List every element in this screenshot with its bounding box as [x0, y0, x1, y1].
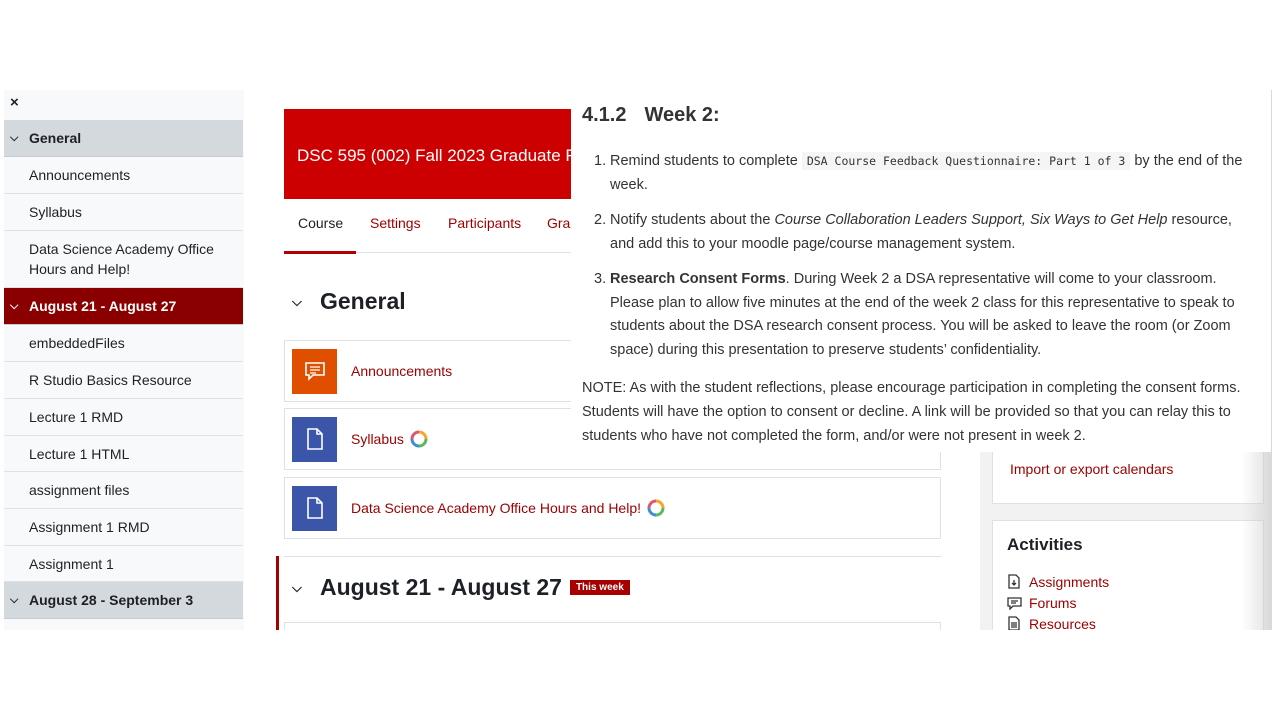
chevron-down-icon[interactable]: ⌵	[4, 132, 29, 145]
course-index-item[interactable]: assignment files	[4, 472, 243, 509]
course-index-section-week1[interactable]: ⌵ August 21 - August 27	[4, 288, 243, 325]
resource-icon	[1007, 616, 1029, 630]
course-index-item[interactable]: Assignment 1 RMD	[4, 509, 243, 546]
activity-type-link[interactable]: Forums	[1029, 595, 1076, 611]
activity-type-link[interactable]: Assignments	[1029, 574, 1109, 590]
course-index-item[interactable]: Assignment 1	[4, 546, 243, 582]
activity-link[interactable]: Announcements	[351, 363, 452, 379]
activity-type-row[interactable]: Resources	[1007, 613, 1263, 630]
activities-list: Assignments Forums Resources	[1007, 571, 1263, 630]
forum-icon	[292, 348, 337, 394]
step-text: Notify students about the	[610, 212, 771, 228]
heading-text: Week 2:	[644, 104, 720, 126]
current-week-marker	[276, 556, 279, 630]
section-title: August 21 - August 27	[29, 298, 177, 314]
section-heading-week1: ⌵ August 21 - August 27 This week	[292, 574, 630, 601]
active-tab-indicator	[284, 251, 356, 254]
section-title: August 28 - September 3	[29, 592, 194, 608]
section-heading-text: August 21 - August 27	[320, 574, 562, 600]
sync-icon	[410, 430, 428, 448]
guide-step-3: 3. Research Consent Forms. During Week 2…	[594, 271, 1235, 358]
activity-type-link[interactable]: Resources	[1029, 616, 1096, 631]
guide-heading: 4.1.2 Week 2:	[582, 104, 720, 127]
activity-link[interactable]: Syllabus	[351, 431, 404, 447]
step-text: Remind students to complete	[610, 153, 798, 169]
course-index-section-week2[interactable]: ⌵ August 28 - September 3	[4, 582, 243, 619]
tab-course[interactable]: Course	[298, 215, 343, 231]
section-title: General	[29, 130, 82, 146]
assignment-icon	[1007, 574, 1029, 589]
step-bold: Research Consent Forms	[610, 271, 786, 287]
activity-type-row[interactable]: Forums	[1007, 592, 1263, 613]
file-icon	[292, 416, 337, 462]
file-icon	[292, 485, 337, 531]
step-emphasis: Course Collaboration Leaders Support, Si…	[774, 212, 1168, 228]
chevron-down-icon[interactable]: ⌵	[4, 594, 29, 607]
instructor-guide-overlay: 4.1.2 Week 2: 1. Remind students to compl…	[571, 90, 1271, 452]
activity-office-hours: Data Science Academy Office Hours and He…	[284, 477, 941, 539]
section-heading-general: ⌵ General	[292, 288, 406, 315]
tab-grades[interactable]: Gra	[547, 215, 570, 231]
sync-icon	[647, 499, 665, 517]
chevron-down-icon[interactable]: ⌵	[4, 300, 29, 313]
activity-next	[284, 622, 941, 630]
forum-icon	[1007, 596, 1029, 610]
import-export-calendars-link[interactable]: Import or export calendars	[1010, 461, 1173, 477]
course-index-section-general[interactable]: ⌵ General	[4, 120, 243, 157]
course-index-drawer: × ⌵ General Announcements Syllabus Data …	[4, 90, 244, 630]
course-index-item[interactable]: Syllabus	[4, 194, 243, 231]
course-index-item[interactable]: Data Science Academy Office Hours and He…	[4, 231, 243, 288]
guide-note: NOTE: As with the student reflections, p…	[582, 380, 1241, 444]
course-index-item[interactable]: Lecture 1 HTML	[4, 436, 243, 472]
close-drawer-icon[interactable]: ×	[10, 95, 19, 110]
chevron-down-icon[interactable]: ⌵	[292, 294, 320, 310]
tab-participants[interactable]: Participants	[448, 215, 521, 231]
guide-step-1: 1. Remind students to complete DSA Cours…	[594, 152, 1243, 193]
activity-link[interactable]: Data Science Academy Office Hours and He…	[351, 500, 641, 516]
chevron-down-icon[interactable]: ⌵	[292, 580, 320, 596]
course-index-list: ⌵ General Announcements Syllabus Data Sc…	[4, 120, 243, 619]
guide-steps: 1. Remind students to complete DSA Cours…	[594, 150, 1260, 374]
course-index-item[interactable]: Lecture 1 RMD	[4, 399, 243, 436]
course-index-item[interactable]: embeddedFiles	[4, 325, 243, 362]
activities-block: Activities Assignments Forums Resources	[992, 520, 1264, 630]
course-index-item[interactable]: Announcements	[4, 157, 243, 194]
this-week-badge: This week	[569, 580, 630, 595]
tab-settings[interactable]: Settings	[370, 215, 421, 231]
course-index-item[interactable]: R Studio Basics Resource	[4, 362, 243, 399]
section-divider	[284, 556, 941, 557]
section-heading-text: General	[320, 288, 406, 314]
guide-step-2: 2. Notify students about the Course Coll…	[594, 212, 1232, 252]
heading-number: 4.1.2	[582, 104, 627, 126]
activity-type-row[interactable]: Assignments	[1007, 571, 1263, 592]
activities-block-title: Activities	[1007, 535, 1083, 554]
inline-code: DSA Course Feedback Questionnaire: Part …	[801, 152, 1131, 170]
